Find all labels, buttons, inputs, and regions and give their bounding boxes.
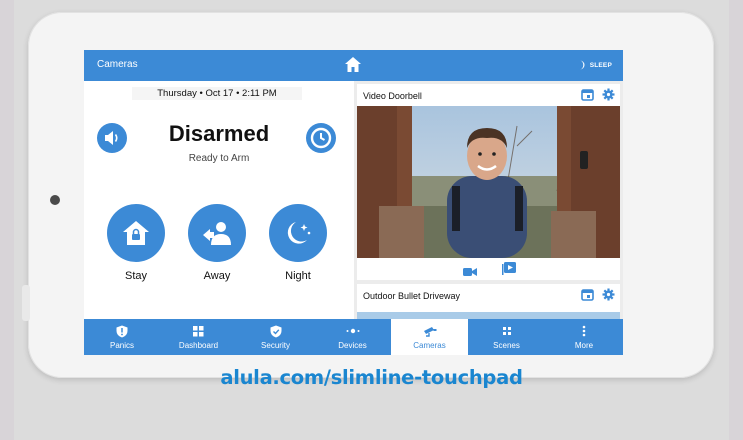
security-panel: Thursday • Oct 17 • 2:11 PM Disarmed Rea… — [84, 81, 354, 319]
camera-card-header: Outdoor Bullet Driveway — [357, 284, 620, 306]
arm-away-label: Away — [203, 270, 231, 282]
camera-card-doorbell[interactable]: Video Doorbell — [357, 84, 620, 280]
date-time: Thursday • Oct 17 • 2:11 PM — [132, 87, 302, 100]
tab-security[interactable]: Security — [237, 319, 314, 355]
tab-label: Cameras — [413, 341, 446, 350]
top-bar: Cameras SLEEP — [84, 50, 623, 81]
touchpad-screen: Cameras SLEEP Thursday • Oct 17 • 2:11 P… — [84, 50, 623, 355]
tab-label: More — [574, 341, 594, 350]
camera-icon — [391, 323, 468, 339]
video-playback-icon[interactable] — [502, 262, 516, 280]
home-lock-icon — [107, 204, 165, 262]
arm-stay-label: Stay — [124, 270, 147, 282]
tab-dashboard[interactable]: Dashboard — [160, 319, 237, 355]
home-icon[interactable] — [344, 56, 362, 78]
camera-card-header: Video Doorbell — [357, 84, 620, 106]
front-camera-lens — [50, 195, 60, 205]
screen-title: Cameras — [97, 59, 138, 70]
video-controls — [357, 258, 620, 280]
more-icon — [545, 323, 623, 339]
video-camera-icon[interactable] — [463, 264, 477, 282]
bottom-nav: Panics Dashboard Security Devices Camera… — [84, 319, 623, 355]
shield-check-icon — [237, 323, 314, 339]
gear-icon[interactable] — [602, 288, 615, 303]
sleep-label: SLEEP — [589, 61, 612, 69]
arm-status: Disarmed — [168, 121, 270, 146]
arm-stay-button[interactable]: Stay — [106, 204, 166, 282]
devices-icon — [314, 323, 391, 339]
footer-url: alula.com/slimline-touchpad — [220, 366, 523, 389]
camera-name: Video Doorbell — [363, 91, 422, 101]
shield-alert-icon — [84, 323, 160, 339]
tab-scenes[interactable]: Scenes — [468, 319, 545, 355]
arm-substatus: Ready to Arm — [188, 153, 250, 164]
cameras-panel: Video Doorbell Outdoor Bullet Driveway — [354, 81, 623, 319]
arm-night-button[interactable]: Night — [268, 204, 328, 282]
tab-label: Security — [261, 341, 290, 350]
doorbell-video-feed[interactable] — [357, 106, 620, 258]
tab-label: Dashboard — [178, 341, 219, 350]
device-side-button — [22, 285, 30, 321]
tab-panics[interactable]: Panics — [84, 319, 160, 355]
tab-more[interactable]: More — [545, 319, 623, 355]
camera-name: Outdoor Bullet Driveway — [363, 291, 461, 301]
tab-cameras[interactable]: Cameras — [391, 319, 468, 355]
tab-label: Scenes — [493, 341, 520, 350]
calendar-icon[interactable] — [581, 288, 594, 303]
scenes-icon — [468, 323, 545, 339]
driveway-video-feed[interactable] — [357, 312, 620, 319]
tab-label: Panics — [109, 341, 134, 350]
person-leave-icon — [188, 204, 246, 262]
moon-icon — [579, 60, 585, 70]
tab-devices[interactable]: Devices — [314, 319, 391, 355]
calendar-icon[interactable] — [581, 88, 594, 103]
sleep-button[interactable]: SLEEP — [577, 60, 612, 70]
arm-away-button[interactable]: Away — [187, 204, 247, 282]
camera-card-driveway[interactable]: Outdoor Bullet Driveway — [357, 284, 620, 319]
tab-label: Devices — [338, 341, 367, 350]
arm-night-label: Night — [285, 270, 311, 282]
grid-icon — [160, 323, 237, 339]
gear-icon[interactable] — [602, 88, 615, 103]
moon-stars-icon — [269, 204, 327, 262]
